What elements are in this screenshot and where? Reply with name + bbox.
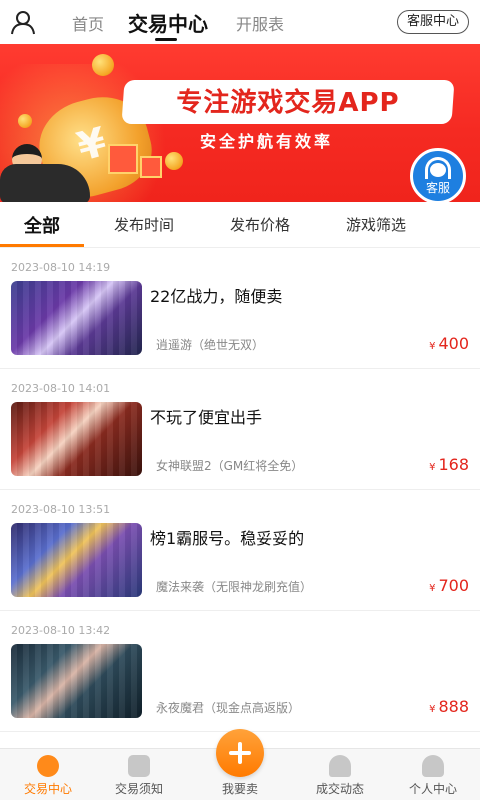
bottom-nav-notice[interactable]: 交易须知	[91, 749, 187, 800]
listing-date: 2023-08-10 14:19	[11, 261, 111, 274]
bottom-nav-profile[interactable]: 个人中心	[385, 749, 480, 800]
price-value: 888	[438, 697, 469, 716]
listing-date: 2023-08-10 14:01	[11, 382, 111, 395]
bottom-nav-label: 交易中心	[23, 782, 72, 796]
coin-decoration	[18, 114, 32, 128]
filter-tabs: 全部 发布时间 发布价格 游戏筛选	[0, 202, 480, 248]
listing-date: 2023-08-10 13:51	[11, 503, 111, 516]
currency-symbol: ¥	[429, 462, 436, 473]
listing-title: 22亿战力，随便卖	[150, 287, 283, 306]
tab-trade-center[interactable]: 交易中心	[128, 8, 208, 37]
listing-title: 不玩了便宜出手	[150, 408, 263, 427]
listing-item[interactable]: 2023-08-10 14:01 不玩了便宜出手 女神联盟2（GM红将全免） ¥…	[0, 369, 480, 490]
listing-title: 榜1霸服号。稳妥妥的	[150, 529, 305, 548]
tab-server-schedule[interactable]: 开服表	[236, 11, 284, 35]
listing-game: 女神联盟2（GM红将全免）	[156, 459, 304, 473]
bottom-nav-trade-center[interactable]: 交易中心	[0, 749, 96, 800]
listing-item[interactable]: 2023-08-10 14:19 22亿战力，随便卖 逍遥游（绝世无双） ¥40…	[0, 248, 480, 369]
listing-price: ¥168	[429, 455, 469, 474]
listing-price: ¥888	[429, 697, 469, 716]
filter-tab-all[interactable]: 全部	[24, 212, 60, 238]
floating-cs-label: 客服	[425, 181, 450, 195]
filter-tab-game-filter[interactable]: 游戏筛选	[346, 214, 406, 235]
listing-price: ¥400	[429, 334, 469, 353]
trade-center-icon	[37, 755, 59, 777]
filter-tab-publish-price[interactable]: 发布价格	[230, 214, 290, 235]
headset-face-icon	[430, 163, 446, 177]
bottom-nav-label: 成交动态	[315, 782, 364, 796]
coin-decoration	[165, 152, 183, 170]
listing-game: 逍遥游（绝世无双）	[156, 338, 265, 352]
bottom-nav-label: 个人中心	[408, 782, 457, 796]
notice-icon	[128, 755, 150, 777]
customer-service-button[interactable]: 客服中心	[397, 10, 469, 34]
person-illustration	[0, 164, 90, 202]
listing-item[interactable]: 2023-08-10 13:51 榜1霸服号。稳妥妥的 魔法来袭（无限神龙刷充值…	[0, 490, 480, 611]
promo-banner[interactable]: ¥ 专注游戏交易APP 安全护航有效率 客服	[0, 44, 480, 202]
listing-thumbnail	[11, 281, 142, 355]
price-value: 700	[438, 576, 469, 595]
sell-button[interactable]	[216, 729, 264, 777]
listing-list: 2023-08-10 14:19 22亿战力，随便卖 逍遥游（绝世无双） ¥40…	[0, 248, 480, 748]
coin-decoration	[92, 54, 114, 76]
filter-tab-publish-time[interactable]: 发布时间	[114, 214, 174, 235]
top-bar: 首页 交易中心 开服表 客服中心	[0, 0, 480, 44]
banner-subtitle: 安全护航有效率	[200, 132, 334, 151]
banner-title: 专注游戏交易APP	[176, 88, 400, 118]
listing-thumbnail	[11, 644, 142, 718]
bell-icon	[329, 755, 351, 777]
currency-symbol: ¥	[429, 341, 436, 352]
plus-icon-vertical	[238, 742, 242, 764]
price-value: 400	[438, 334, 469, 353]
filter-active-indicator	[0, 244, 84, 247]
listing-date: 2023-08-10 13:42	[11, 624, 111, 637]
currency-symbol: ¥	[429, 583, 436, 594]
listing-game: 永夜魔君（现金点高返版）	[156, 701, 301, 715]
currency-symbol: ¥	[429, 704, 436, 715]
bottom-nav-label: 我要卖	[221, 782, 258, 796]
listing-game: 魔法来袭（无限神龙刷充值）	[156, 580, 313, 594]
listing-price: ¥700	[429, 576, 469, 595]
price-value: 168	[438, 455, 469, 474]
bottom-nav-label: 交易须知	[114, 782, 163, 796]
gift-box-decoration	[108, 144, 138, 174]
floating-customer-service-button[interactable]: 客服	[410, 148, 466, 202]
bottom-nav-deals[interactable]: 成交动态	[292, 749, 388, 800]
active-tab-indicator	[155, 38, 177, 41]
user-icon[interactable]	[10, 9, 36, 35]
listing-item[interactable]: 2023-08-10 13:42 永夜魔君（现金点高返版） ¥888	[0, 611, 480, 732]
person-icon	[422, 755, 444, 777]
gift-box-decoration	[140, 156, 162, 178]
tab-home[interactable]: 首页	[72, 11, 104, 35]
listing-thumbnail	[11, 523, 142, 597]
listing-thumbnail	[11, 402, 142, 476]
